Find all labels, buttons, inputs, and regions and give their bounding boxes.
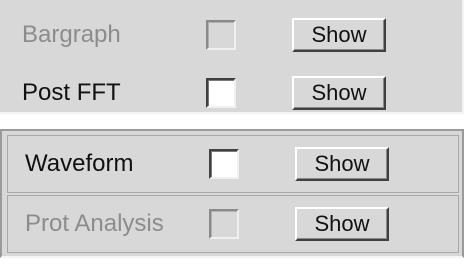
- row-bargraph: Bargraph Show: [0, 6, 462, 64]
- post-fft-label: Post FFT: [22, 79, 121, 106]
- row-post-fft: Post FFT Show: [0, 64, 462, 122]
- waveform-show-button[interactable]: Show: [295, 147, 389, 181]
- bargraph-checkbox[interactable]: [206, 20, 236, 50]
- display-options-panel-top: Bargraph Show Post FFT Show: [0, 0, 464, 114]
- bargraph-show-button[interactable]: Show: [292, 18, 386, 52]
- waveform-label: Waveform: [25, 150, 134, 177]
- prot-analysis-show-button[interactable]: Show: [295, 207, 389, 241]
- prot-analysis-checkbox[interactable]: [209, 209, 239, 239]
- row-prot-analysis: Prot Analysis Show: [7, 195, 459, 253]
- display-options-panel-bottom: Waveform Show Prot Analysis Show: [0, 129, 464, 258]
- post-fft-checkbox[interactable]: [206, 78, 236, 108]
- post-fft-show-button[interactable]: Show: [292, 76, 386, 110]
- waveform-checkbox[interactable]: [209, 149, 239, 179]
- row-waveform: Waveform Show: [7, 135, 459, 193]
- bargraph-label: Bargraph: [22, 21, 121, 48]
- prot-analysis-label: Prot Analysis: [25, 210, 164, 237]
